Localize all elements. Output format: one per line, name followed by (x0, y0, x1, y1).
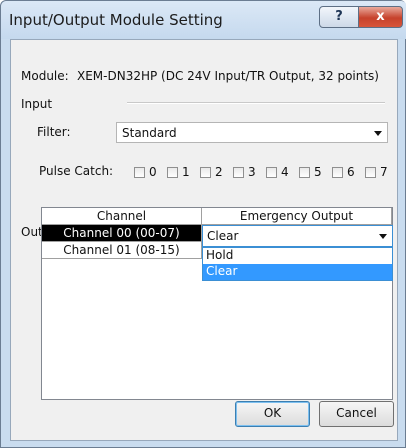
pulse-catch-label-1: 1 (182, 165, 190, 179)
pulse-catch-5[interactable]: 5 (299, 165, 322, 179)
chevron-down-icon (379, 234, 387, 239)
output-grid: Channel Emergency Output Channel 00 (00-… (41, 207, 393, 400)
dialog-window: Input/Output Module Setting ? x Module: … (0, 0, 406, 448)
pulse-catch-label-0: 0 (149, 165, 157, 179)
input-group-line (127, 102, 385, 104)
filter-select[interactable]: Standard (116, 122, 388, 143)
pulse-catch-0[interactable]: 0 (134, 165, 157, 179)
emergency-output-select[interactable]: Clear (202, 225, 393, 247)
pulse-catch-label-5: 5 (314, 165, 322, 179)
checkbox-icon (167, 166, 178, 178)
pulse-catch-2[interactable]: 2 (200, 165, 223, 179)
table-row-channel-cell[interactable]: Channel 00 (00-07) (42, 225, 202, 242)
module-label: Module: (21, 69, 69, 83)
pulse-catch-label-7: 7 (380, 165, 388, 179)
dropdown-option-clear[interactable]: Clear (203, 264, 392, 280)
window-title: Input/Output Module Setting (9, 11, 223, 29)
column-header-emergency-output[interactable]: Emergency Output (202, 208, 392, 225)
close-button[interactable]: x (358, 6, 403, 28)
checkbox-icon (134, 166, 145, 178)
ok-button[interactable]: OK (235, 401, 310, 427)
pulse-catch-label-2: 2 (215, 165, 223, 179)
pulse-catch-3[interactable]: 3 (233, 165, 256, 179)
checkbox-icon (266, 166, 277, 178)
emergency-output-value: Clear (207, 229, 239, 243)
pulse-catch-4[interactable]: 4 (266, 165, 289, 179)
module-value: XEM-DN32HP (DC 24V Input/TR Output, 32 p… (77, 69, 379, 83)
table-row-channel-cell[interactable]: Channel 01 (08-15) (42, 242, 202, 259)
checkbox-icon (200, 166, 211, 178)
chevron-down-icon (374, 131, 382, 136)
pulse-catch-label-3: 3 (248, 165, 256, 179)
pulse-catch-label-6: 6 (347, 165, 355, 179)
checkbox-icon (299, 166, 310, 178)
pulse-catch-label: Pulse Catch: (39, 164, 114, 178)
checkbox-icon (233, 166, 244, 178)
column-header-channel[interactable]: Channel (42, 208, 202, 225)
checkbox-icon (365, 166, 376, 178)
filter-value: Standard (122, 126, 177, 140)
checkbox-icon (332, 166, 343, 178)
dropdown-option-hold[interactable]: Hold (203, 248, 392, 264)
pulse-catch-label-4: 4 (281, 165, 289, 179)
title-bar: Input/Output Module Setting ? x (1, 1, 406, 39)
cancel-button[interactable]: Cancel (319, 401, 394, 427)
pulse-catch-6[interactable]: 6 (332, 165, 355, 179)
help-button[interactable]: ? (319, 6, 359, 28)
pulse-catch-1[interactable]: 1 (167, 165, 190, 179)
input-section-label: Input (21, 97, 53, 111)
filter-label: Filter: (37, 125, 71, 139)
emergency-output-dropdown: Hold Clear (202, 247, 393, 281)
pulse-catch-7[interactable]: 7 (365, 165, 388, 179)
